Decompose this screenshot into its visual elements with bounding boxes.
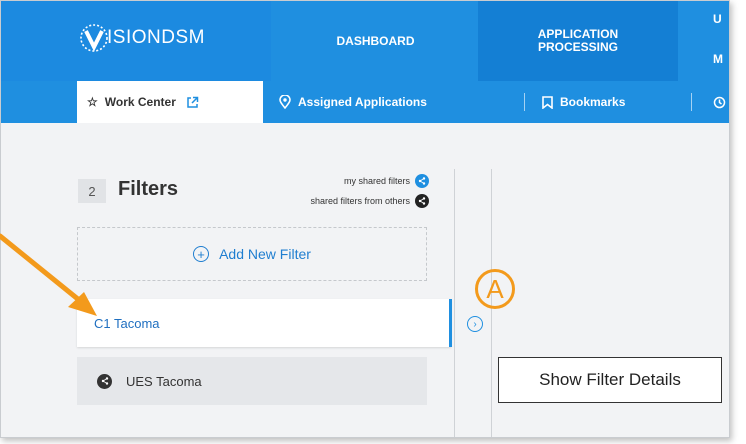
filters-heading: Filters (118, 178, 179, 200)
my-shared-filters-label: my shared filters (343, 176, 410, 186)
filter-item-c1-tacoma[interactable]: C1 Tacoma (77, 299, 451, 347)
filter-item-ues-tacoma[interactable]: UES Tacoma (77, 357, 427, 405)
callout-marker: A (475, 269, 515, 309)
subnav-work-center[interactable]: ☆ Work Center (77, 81, 263, 123)
tab-more-line1: U (713, 12, 722, 26)
top-navigation-bar: ISIONDSM DASHBOARD APPLICATION PROCESSIN… (1, 1, 729, 81)
add-new-filter-button[interactable]: + Add New Filter (77, 227, 427, 281)
tab-dashboard[interactable]: DASHBOARD (273, 1, 478, 81)
share-icon (415, 194, 429, 208)
filter-item-label: UES Tacoma (126, 373, 202, 389)
bookmark-icon (542, 95, 553, 109)
brand-logo-text: ISIONDSM (107, 27, 205, 48)
app-window: ISIONDSM DASHBOARD APPLICATION PROCESSIN… (0, 0, 730, 438)
sub-navigation-bar: ☆ Work Center Assigned Applications Book… (1, 81, 729, 123)
tab-application-processing[interactable]: APPLICATION PROCESSING (478, 1, 678, 81)
location-pin-icon (279, 95, 291, 109)
tooltip: Show Filter Details (498, 357, 722, 403)
my-shared-filters-legend: my shared filters (221, 174, 429, 188)
brand-area[interactable]: ISIONDSM (1, 1, 271, 81)
shared-from-others-label: shared filters from others (310, 196, 410, 206)
subnav-bookmarks[interactable]: Bookmarks (542, 81, 625, 123)
add-new-filter-label: Add New Filter (219, 246, 311, 262)
tab-more[interactable]: U M (678, 1, 729, 81)
subnav-history[interactable] (713, 81, 726, 123)
subnav-bookmarks-label: Bookmarks (560, 95, 626, 109)
panel-divider (454, 169, 455, 437)
subnav-divider (691, 93, 692, 111)
tab-dashboard-label: DASHBOARD (336, 33, 415, 48)
show-filter-details-button[interactable]: › (467, 316, 483, 332)
history-icon (713, 96, 726, 108)
subnav-work-center-label: Work Center (104, 95, 176, 109)
plus-circle-icon: + (193, 246, 210, 262)
share-icon (415, 174, 429, 188)
star-icon: ☆ (87, 95, 98, 109)
vision-logo-icon (80, 24, 108, 52)
tab-more-line2: M (713, 52, 723, 66)
shared-from-others-legend: shared filters from others (221, 194, 429, 208)
tab-application-processing-line2: PROCESSING (537, 40, 618, 54)
filter-item-label: C1 Tacoma (94, 315, 160, 331)
share-icon (97, 373, 112, 389)
subnav-divider (524, 93, 525, 111)
filter-count-badge: 2 (78, 179, 106, 203)
subnav-assigned-applications[interactable]: Assigned Applications (279, 81, 427, 123)
external-link-icon[interactable] (186, 96, 199, 109)
subnav-assigned-applications-label: Assigned Applications (298, 95, 427, 109)
selected-indicator (449, 299, 452, 347)
chevron-right-icon: › (473, 318, 477, 330)
